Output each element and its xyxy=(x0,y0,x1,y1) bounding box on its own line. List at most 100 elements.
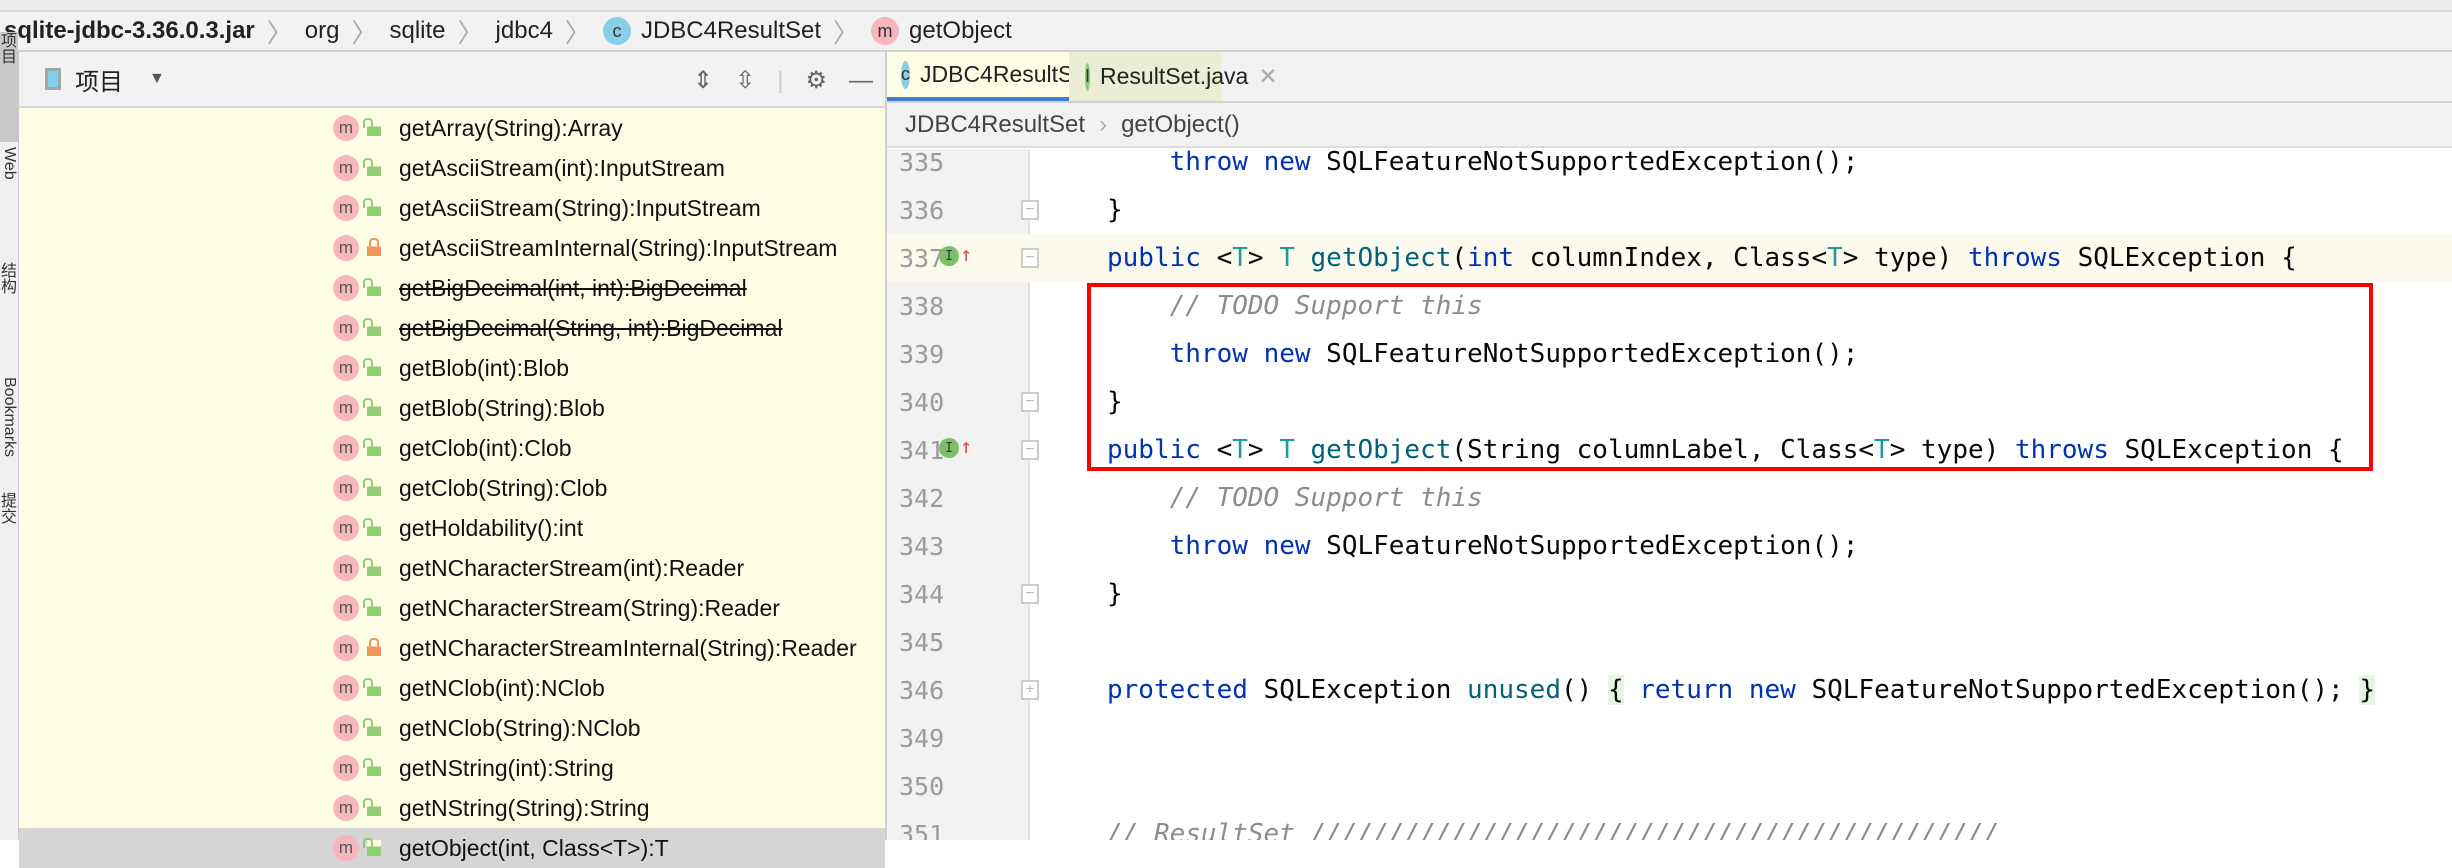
implements-marker-icon[interactable]: I xyxy=(939,246,959,266)
tree-item[interactable]: m getBlob(String):Blob xyxy=(19,388,885,428)
public-lock-icon xyxy=(363,398,381,416)
chevron-right-icon: 〉 xyxy=(457,17,484,48)
tree-item[interactable]: m getNString(String):String xyxy=(19,788,885,828)
tree-item[interactable]: m getAsciiStreamInternal(String):InputStr… xyxy=(19,228,885,268)
project-panel: 项目 ▼ ⇕ ⇳ | ⚙ — m getArray(String):Array m g… xyxy=(19,52,887,868)
code-area[interactable]: 335 throw new SQLFeatureNotSupportedExce… xyxy=(887,149,2452,840)
tool-window-tab[interactable]: Web xyxy=(0,147,18,257)
tool-window-strip: 项目 Web 结构 Bookmarks 提交 xyxy=(0,32,19,840)
tool-window-tab[interactable]: 项目 xyxy=(0,32,18,142)
tree-item[interactable]: m getNCharacterStream(String):Reader xyxy=(19,588,885,628)
editor-tab[interactable]: cJDBC4ResultSet.java✕ xyxy=(887,52,1170,101)
tree-item-label: getAsciiStream(String):InputStream xyxy=(399,194,761,221)
expand-all-icon[interactable]: ⇕ xyxy=(693,66,713,95)
fold-expand-icon[interactable]: + xyxy=(1021,680,1039,700)
tree-item[interactable]: m getNString(int):String xyxy=(19,748,885,788)
tool-window-tab[interactable]: Bookmarks xyxy=(0,377,18,487)
code-token: T xyxy=(1232,243,1248,273)
tree-item[interactable]: m getObject(int, Class<T>):T xyxy=(19,828,885,868)
tree-item-label: getBlob(int):Blob xyxy=(399,354,570,381)
editor-breadcrumb-class[interactable]: JDBC4ResultSet xyxy=(905,111,1085,139)
editor-breadcrumb: JDBC4ResultSet › getObject() xyxy=(887,103,2452,148)
code-token: SQLFeatureNotSupportedException(); xyxy=(1310,149,1859,177)
code-token: SQLFeatureNotSupportedException(); xyxy=(1795,675,2360,705)
code-token: return xyxy=(1639,675,1734,705)
code-token: int xyxy=(1467,243,1515,273)
tree-item-label: getNClob(String):NClob xyxy=(399,714,641,741)
public-lock-icon xyxy=(363,438,381,456)
editor-breadcrumb-method[interactable]: getObject() xyxy=(1121,111,1240,139)
method-icon: m xyxy=(333,195,359,221)
code-text: } xyxy=(1107,195,1123,225)
fold-collapse-icon[interactable]: − xyxy=(1021,248,1039,268)
line-number: 338 xyxy=(899,291,945,321)
tree-item[interactable]: m getBigDecimal(String, int):BigDecimal xyxy=(19,308,885,348)
code-token: () xyxy=(1560,675,1608,705)
code-token: { xyxy=(1607,675,1624,705)
tree-item[interactable]: m getArray(String):Array xyxy=(19,108,885,148)
tree-item-label: getObject(int, Class<T>):T xyxy=(399,834,669,861)
code-line: 337 I ↑ − public <T> T getObject(int columnI… xyxy=(887,234,2452,282)
breadcrumb-item[interactable]: sqlite-jdbc-3.36.0.3.jar xyxy=(4,17,255,45)
code-line: 343 throw new SQLFeatureNotSupportedExce… xyxy=(887,522,2452,570)
breadcrumb-item[interactable]: sqlite xyxy=(390,17,446,45)
line-number: 349 xyxy=(899,723,945,753)
view-dropdown-chevron-icon[interactable]: ▼ xyxy=(149,70,165,88)
close-icon[interactable]: ✕ xyxy=(1258,63,1277,90)
tool-window-tab[interactable]: 提交 xyxy=(0,492,18,602)
tool-window-tab[interactable]: 结构 xyxy=(0,262,18,372)
tree-item[interactable]: m getNCharacterStreamInternal(String):Rea… xyxy=(19,628,885,668)
code-token: getObject xyxy=(1310,243,1452,273)
fold-collapse-icon[interactable]: − xyxy=(1021,392,1039,412)
gear-icon[interactable]: ⚙ xyxy=(805,66,827,95)
method-icon: m xyxy=(333,635,359,661)
breadcrumb-item[interactable]: jdbc4 xyxy=(496,17,553,45)
method-icon: m xyxy=(333,235,359,261)
breadcrumb-item[interactable]: c JDBC4ResultSet xyxy=(602,17,821,45)
fold-collapse-icon[interactable]: − xyxy=(1021,584,1039,604)
code-token: new xyxy=(1263,149,1311,177)
method-icon: m xyxy=(333,435,359,461)
tree-item[interactable]: m getHoldability():int xyxy=(19,508,885,548)
code-token: > type) xyxy=(1842,243,1968,273)
tree-item[interactable]: m getBlob(int):Blob xyxy=(19,348,885,388)
tree-item[interactable]: m getBigDecimal(int, int):BigDecimal xyxy=(19,268,885,308)
code-token: } xyxy=(1107,579,1123,609)
implements-marker-icon[interactable]: I xyxy=(939,438,959,458)
tree-item[interactable]: m getClob(String):Clob xyxy=(19,468,885,508)
editor-tab[interactable]: I ResultSet.java ✕ xyxy=(1069,52,1278,101)
class-icon: c xyxy=(901,60,910,89)
tree-item-label: getBigDecimal(String, int):BigDecimal xyxy=(399,314,783,341)
public-lock-icon xyxy=(363,838,381,856)
tree-item[interactable]: m getNClob(int):NClob xyxy=(19,668,885,708)
method-icon: m xyxy=(333,475,359,501)
tree-item[interactable]: m getNClob(String):NClob xyxy=(19,708,885,748)
breadcrumb-label: sqlite xyxy=(389,17,446,44)
hide-panel-icon[interactable]: — xyxy=(849,67,873,95)
breadcrumb-item[interactable]: m getObject xyxy=(871,17,1012,45)
tree-item[interactable]: m getNCharacterStream(int):Reader xyxy=(19,548,885,588)
code-token: ( xyxy=(1451,243,1468,273)
class-icon: c xyxy=(602,17,631,45)
code-token: throw xyxy=(1169,531,1248,561)
chevron-right-icon: 〉 xyxy=(266,17,293,48)
breadcrumb-label: getObject xyxy=(909,17,1012,44)
breadcrumb-item[interactable]: org xyxy=(305,17,340,45)
fold-collapse-icon[interactable]: − xyxy=(1021,200,1039,220)
code-text: throw new SQLFeatureNotSupportedExceptio… xyxy=(1107,531,1859,561)
tree-item-label: getBlob(String):Blob xyxy=(399,394,605,421)
code-text: throw new SQLFeatureNotSupportedExceptio… xyxy=(1107,149,1859,177)
tab-label: ResultSet.java xyxy=(1100,63,1249,89)
collapse-all-icon[interactable]: ⇳ xyxy=(735,66,755,95)
tree-item[interactable]: m getClob(int):Clob xyxy=(19,428,885,468)
tree-item[interactable]: m getAsciiStream(String):InputStream xyxy=(19,188,885,228)
code-line: 345 xyxy=(887,618,2452,666)
tree-item[interactable]: m getAsciiStream(int):InputStream xyxy=(19,148,885,188)
code-text: protected SQLException unused() { return… xyxy=(1107,675,2375,705)
method-icon: m xyxy=(333,715,359,741)
navigation-breadcrumb: sqlite-jdbc-3.36.0.3.jar 〉 org 〉 sqlite 〉 jdbc… xyxy=(0,12,2452,52)
fold-collapse-icon[interactable]: − xyxy=(1021,440,1039,460)
